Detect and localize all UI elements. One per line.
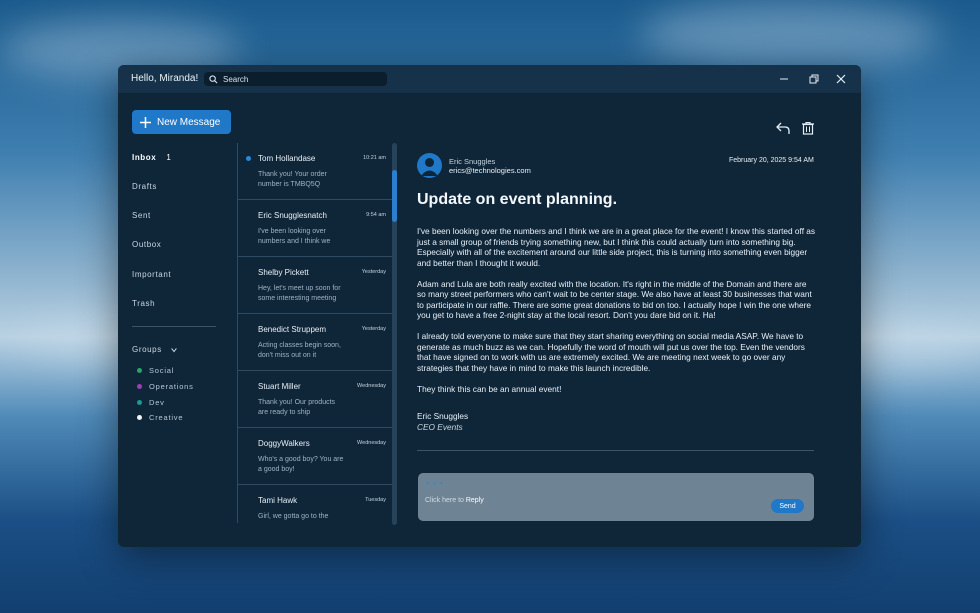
message-time: Tuesday: [365, 497, 386, 503]
folder-important[interactable]: Important: [132, 270, 171, 279]
message-subject: Update on event planning.: [417, 191, 618, 208]
search-box[interactable]: [204, 72, 387, 86]
message-sender: Eric Snugglesnatch: [258, 211, 327, 220]
list-scrollbar-thumb[interactable]: [392, 170, 397, 222]
search-icon: [209, 74, 218, 83]
reader-divider: [417, 450, 814, 451]
message-sender: Stuart Miller: [258, 382, 301, 391]
reply-box[interactable]: • • • Click here to Reply Send: [418, 473, 814, 521]
group-label: Social: [149, 366, 175, 375]
mail-window: Hello, Miranda! New Message Inbox 1 Draft…: [118, 65, 861, 547]
send-button[interactable]: Send: [771, 499, 804, 513]
body-paragraph: They think this can be an annual event!: [417, 383, 562, 394]
message-list-item[interactable]: Stuart Miller Wednesday Thank you! Our p…: [238, 371, 392, 428]
group-operations[interactable]: Operations: [137, 382, 194, 391]
group-label: Creative: [149, 413, 184, 422]
reply-prompt-action: Reply: [465, 497, 484, 504]
unread-count: 1: [166, 153, 172, 162]
folder-label: Drafts: [132, 182, 157, 191]
user-icon: [421, 158, 438, 176]
close-icon: [836, 74, 846, 84]
group-label: Dev: [149, 398, 165, 407]
group-color-dot: [137, 415, 142, 420]
sidebar-divider: [132, 326, 216, 327]
sender-name: Eric Snuggles: [449, 157, 496, 166]
folder-label: Sent: [132, 211, 151, 220]
group-color-dot: [137, 368, 142, 373]
group-label: Operations: [149, 382, 194, 391]
message-preview: Hey, let's meet up soon for some interes…: [258, 285, 341, 302]
body-paragraph: I've been looking over the numbers and I…: [417, 226, 816, 268]
body-paragraph: Adam and Lula are both really excited wi…: [417, 278, 812, 321]
message-time: Yesterday: [361, 269, 386, 275]
signature-name: Eric Snuggles: [417, 411, 469, 421]
group-creative[interactable]: Creative: [137, 413, 183, 422]
message-body: I've been looking over the numbers and I…: [417, 226, 817, 405]
message-time: Wednesday: [357, 383, 386, 389]
folder-label: Outbox: [132, 240, 162, 249]
reply-prompt: Click here to: [425, 497, 466, 504]
new-message-label: New Message: [157, 116, 221, 128]
sender-email: erics@technologies.com: [449, 166, 531, 175]
groups-toggle[interactable]: Groups: [132, 345, 178, 354]
chevron-down-icon: [171, 347, 177, 352]
greeting: Hello, Miranda!: [131, 73, 199, 84]
restore-icon: [809, 74, 819, 84]
group-color-dot: [137, 384, 142, 389]
message-preview: Who's a good boy? You are a good boy!: [258, 456, 344, 473]
folder-inbox[interactable]: Inbox 1: [132, 153, 171, 162]
message-list-item[interactable]: Tom Hollandase 10:21 am Thank you! Your …: [238, 143, 392, 200]
message-list: Tom Hollandase 10:21 am Thank you! Your …: [237, 143, 392, 523]
trash-icon: [802, 121, 814, 135]
unread-dot: [246, 156, 251, 161]
plus-icon: [140, 116, 151, 128]
folder-label: Trash: [132, 299, 156, 308]
message-sender: Benedict Struppem: [258, 325, 327, 334]
new-message-button[interactable]: New Message: [132, 110, 231, 134]
minimize-icon: [780, 78, 788, 80]
message-preview: I've been looking over numbers and I thi…: [258, 228, 331, 245]
message-time: 9:54 am: [366, 212, 386, 218]
minimize-button[interactable]: [777, 72, 791, 86]
body-paragraph: I already told everyone to make sure tha…: [417, 331, 805, 373]
group-dev[interactable]: Dev: [137, 398, 165, 407]
message-time: Yesterday: [361, 326, 386, 332]
message-sender: Shelby Pickett: [258, 268, 309, 277]
message-list-item[interactable]: Eric Snugglesnatch 9:54 am I've been loo…: [238, 200, 392, 257]
message-preview: Thank you! Our products are ready to shi…: [258, 399, 336, 416]
message-preview: Girl, we gotta go to the movies soon! Wh…: [258, 513, 332, 523]
folder-label: Important: [132, 270, 172, 279]
folder-trash[interactable]: Trash: [132, 299, 155, 308]
folder-label: Inbox: [132, 153, 157, 162]
folder-drafts[interactable]: Drafts: [132, 182, 157, 191]
signature-title: CEO Events: [417, 422, 463, 432]
sender-avatar: [417, 153, 442, 178]
reply-icon: [776, 122, 790, 134]
delete-button[interactable]: [801, 121, 815, 135]
group-social[interactable]: Social: [137, 366, 174, 375]
typing-indicator: • • •: [426, 479, 444, 488]
message-date: February 20, 2025 9:54 AM: [729, 157, 814, 164]
message-time: Wednesday: [357, 440, 386, 446]
folder-outbox[interactable]: Outbox: [132, 240, 161, 249]
message-list-item[interactable]: Tami Hawk Tuesday Girl, we gotta go to t…: [238, 485, 392, 523]
title-bar: Hello, Miranda!: [118, 65, 861, 93]
message-list-item[interactable]: DoggyWalkers Wednesday Who's a good boy?…: [238, 428, 392, 485]
maximize-button[interactable]: [807, 72, 821, 86]
message-sender: Tom Hollandase: [258, 154, 316, 163]
groups-label: Groups: [132, 345, 162, 354]
message-list-item[interactable]: Shelby Pickett Yesterday Hey, let's meet…: [238, 257, 392, 314]
reply-input[interactable]: Click here to Reply: [425, 497, 484, 504]
folder-sent[interactable]: Sent: [132, 211, 151, 220]
message-time: 10:21 am: [363, 155, 386, 161]
message-sender: DoggyWalkers: [258, 439, 310, 448]
group-color-dot: [137, 400, 142, 405]
reply-button[interactable]: [776, 121, 790, 135]
message-preview: Acting classes begin soon, don't miss ou…: [258, 342, 341, 359]
message-preview: Thank you! Your order number is TMBQ5Q: [258, 171, 327, 188]
message-list-item[interactable]: Benedict Struppem Yesterday Acting class…: [238, 314, 392, 371]
message-sender: Tami Hawk: [258, 496, 298, 505]
close-button[interactable]: [834, 72, 848, 86]
search-input[interactable]: [223, 74, 383, 84]
